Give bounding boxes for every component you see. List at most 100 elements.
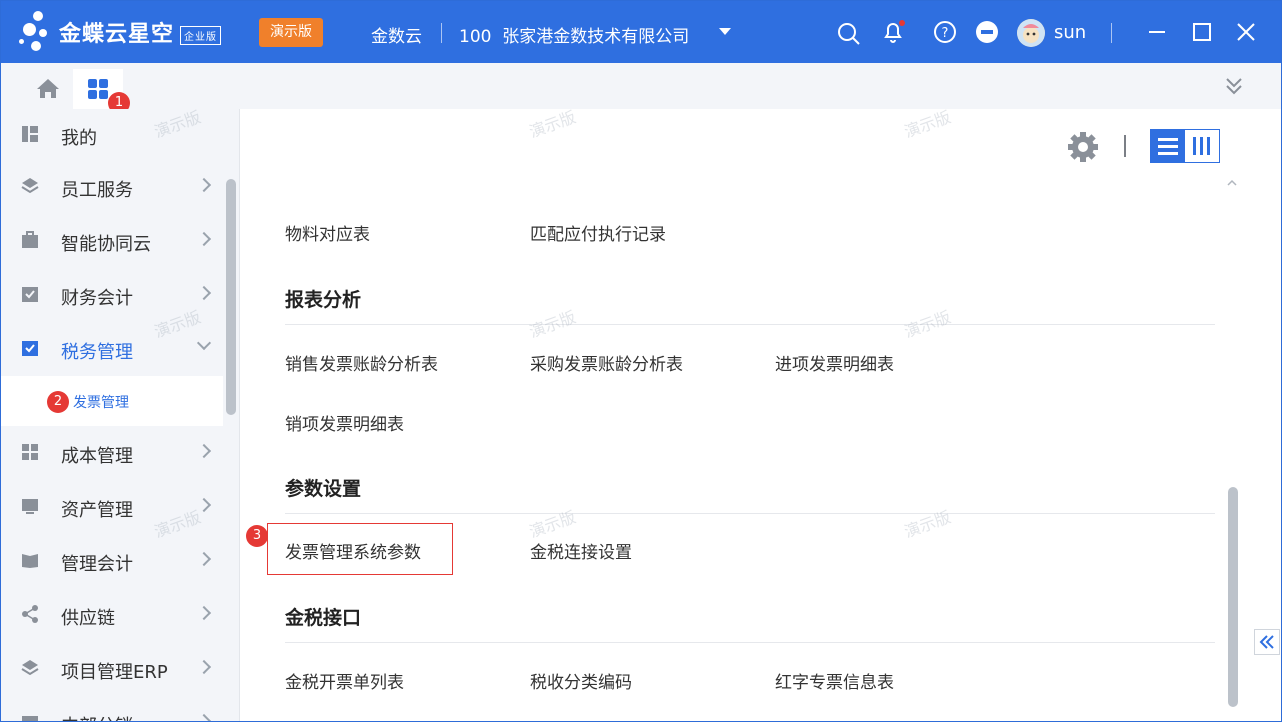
sidebar-item-label: 管理会计 bbox=[61, 554, 133, 575]
double-chevron-down-icon[interactable] bbox=[1223, 75, 1245, 97]
chevron-right-icon bbox=[196, 177, 212, 193]
divider bbox=[441, 23, 442, 43]
divider bbox=[1111, 23, 1112, 43]
list-icon bbox=[1158, 138, 1178, 155]
minimize-icon[interactable] bbox=[1145, 20, 1169, 44]
brand-name: 金蝶云星空 企业版 bbox=[59, 16, 222, 48]
briefcase-icon bbox=[22, 231, 38, 248]
link-output-invoice-detail[interactable]: 销项发票明细表 bbox=[285, 410, 404, 435]
sidebar-item-collab-cloud[interactable]: 智能协同云 bbox=[1, 215, 223, 267]
chevron-right-icon bbox=[196, 659, 212, 675]
chevron-up-icon[interactable] bbox=[1226, 178, 1238, 188]
link-tax-classification-code[interactable]: 税收分类编码 bbox=[530, 668, 632, 693]
layers-icon bbox=[21, 660, 39, 676]
sidebar-item-mine[interactable]: 我的 bbox=[1, 109, 223, 161]
search-icon[interactable] bbox=[837, 22, 861, 46]
link-red-invoice-info[interactable]: 红字专票信息表 bbox=[775, 668, 894, 693]
tab-bar: 1 bbox=[1, 63, 1281, 114]
tax-icon bbox=[22, 341, 38, 356]
sidebar-subitem-label: 发票管理 bbox=[73, 395, 129, 411]
apps-grid-icon bbox=[88, 79, 108, 99]
box-icon bbox=[22, 716, 38, 721]
close-icon[interactable] bbox=[1234, 20, 1258, 44]
share-icon bbox=[22, 605, 38, 623]
link-material-mapping[interactable]: 物料对应表 bbox=[285, 220, 370, 245]
cost-icon bbox=[22, 444, 38, 460]
list-view-button[interactable] bbox=[1151, 130, 1185, 162]
chevron-right-icon bbox=[196, 605, 212, 621]
avatar[interactable] bbox=[1017, 19, 1045, 47]
sidebar-scrollbar[interactable] bbox=[226, 179, 236, 415]
sidebar-item-label: 内部分销 bbox=[61, 712, 133, 721]
asset-icon bbox=[22, 499, 38, 514]
sidebar: 我的 员工服务 智能协同云 财务会计 税务管理 发票管理 2 成本管理 资产管理… bbox=[1, 109, 240, 721]
more-icon[interactable] bbox=[975, 20, 999, 44]
sidebar-item-label: 财务会计 bbox=[61, 288, 133, 309]
dashboard-icon bbox=[22, 126, 38, 142]
chevron-right-icon bbox=[196, 443, 212, 459]
home-icon[interactable] bbox=[35, 77, 61, 99]
expand-panel-button[interactable] bbox=[1254, 629, 1280, 655]
sidebar-item-label: 我的 bbox=[61, 128, 97, 149]
link-sales-invoice-aging[interactable]: 销售发票账龄分析表 bbox=[285, 350, 438, 375]
org-selector[interactable]: 100 张家港金数技术有限公司 bbox=[459, 22, 689, 47]
gear-icon[interactable] bbox=[1067, 131, 1099, 163]
maximize-icon[interactable] bbox=[1190, 20, 1214, 44]
main-panel: 物料对应表 匹配应付执行记录 报表分析 销售发票账龄分析表 采购发票账龄分析表 … bbox=[240, 109, 1281, 721]
sidebar-item-cost[interactable]: 成本管理 bbox=[1, 427, 223, 479]
workspace-name[interactable]: 金数云 bbox=[371, 22, 422, 47]
edition-tag: 企业版 bbox=[180, 25, 222, 45]
link-payable-match-record[interactable]: 匹配应付执行记录 bbox=[530, 220, 666, 245]
link-golden-tax-invoice-list[interactable]: 金税开票单列表 bbox=[285, 668, 404, 693]
callout-badge: 2 bbox=[47, 391, 69, 413]
sidebar-subitem-invoice[interactable]: 发票管理 bbox=[1, 376, 223, 426]
sidebar-item-mgmt-accounting[interactable]: 管理会计 bbox=[1, 535, 223, 587]
chevron-down-icon bbox=[196, 335, 212, 351]
chevron-right-icon bbox=[196, 551, 212, 567]
org-code: 100 bbox=[459, 27, 492, 47]
section-title: 金税接口 bbox=[285, 607, 362, 629]
columns-icon bbox=[1193, 137, 1210, 155]
sidebar-item-label: 资产管理 bbox=[61, 500, 133, 521]
chevron-right-icon bbox=[196, 231, 212, 247]
link-invoice-system-params[interactable]: 发票管理系统参数 bbox=[285, 538, 421, 563]
chevron-down-icon[interactable] bbox=[719, 28, 731, 35]
top-bar: 金蝶云星空 企业版 演示版 金数云 100 张家港金数技术有限公司 ? sun bbox=[1, 1, 1281, 63]
callout-badge: 3 bbox=[246, 525, 268, 547]
username[interactable]: sun bbox=[1054, 22, 1086, 43]
svg-text:?: ? bbox=[942, 26, 949, 41]
org-name: 张家港金数技术有限公司 bbox=[502, 27, 690, 47]
scrollbar-thumb[interactable] bbox=[1228, 487, 1238, 707]
view-toggle bbox=[1150, 129, 1220, 163]
notification-bell-icon[interactable] bbox=[881, 20, 905, 44]
sidebar-item-internal-distribution[interactable]: 内部分销 bbox=[1, 697, 223, 721]
sidebar-item-finance[interactable]: 财务会计 bbox=[1, 269, 223, 321]
divider bbox=[1124, 135, 1126, 157]
sidebar-item-label: 项目管理ERP bbox=[61, 662, 168, 683]
help-icon[interactable]: ? bbox=[933, 20, 957, 44]
sidebar-item-tax[interactable]: 税务管理 bbox=[1, 323, 223, 375]
sidebar-item-project-erp[interactable]: 项目管理ERP bbox=[1, 643, 223, 695]
sidebar-item-label: 成本管理 bbox=[61, 446, 133, 467]
brand-logo-icon bbox=[19, 11, 63, 55]
chevron-right-icon bbox=[196, 713, 212, 721]
section-title: 参数设置 bbox=[285, 478, 362, 500]
sidebar-item-label: 供应链 bbox=[61, 608, 115, 629]
section-title: 报表分析 bbox=[285, 289, 362, 311]
divider bbox=[285, 642, 1215, 643]
double-chevron-left-icon bbox=[1259, 635, 1274, 649]
sidebar-item-label: 员工服务 bbox=[61, 180, 133, 201]
sidebar-item-assets[interactable]: 资产管理 bbox=[1, 481, 223, 533]
divider bbox=[285, 513, 1215, 514]
book-icon bbox=[22, 554, 38, 568]
link-golden-tax-connection[interactable]: 金税连接设置 bbox=[530, 538, 632, 563]
demo-badge: 演示版 bbox=[259, 18, 323, 47]
app-window: 金蝶云星空 企业版 演示版 金数云 100 张家港金数技术有限公司 ? sun … bbox=[0, 0, 1282, 722]
layers-icon bbox=[21, 178, 39, 194]
column-view-button[interactable] bbox=[1185, 130, 1219, 162]
link-purchase-invoice-aging[interactable]: 采购发票账龄分析表 bbox=[530, 350, 683, 375]
sidebar-item-employee-service[interactable]: 员工服务 bbox=[1, 161, 223, 213]
sidebar-item-supply-chain[interactable]: 供应链 bbox=[1, 589, 223, 641]
sidebar-item-label: 税务管理 bbox=[61, 342, 133, 363]
link-input-invoice-detail[interactable]: 进项发票明细表 bbox=[775, 350, 894, 375]
